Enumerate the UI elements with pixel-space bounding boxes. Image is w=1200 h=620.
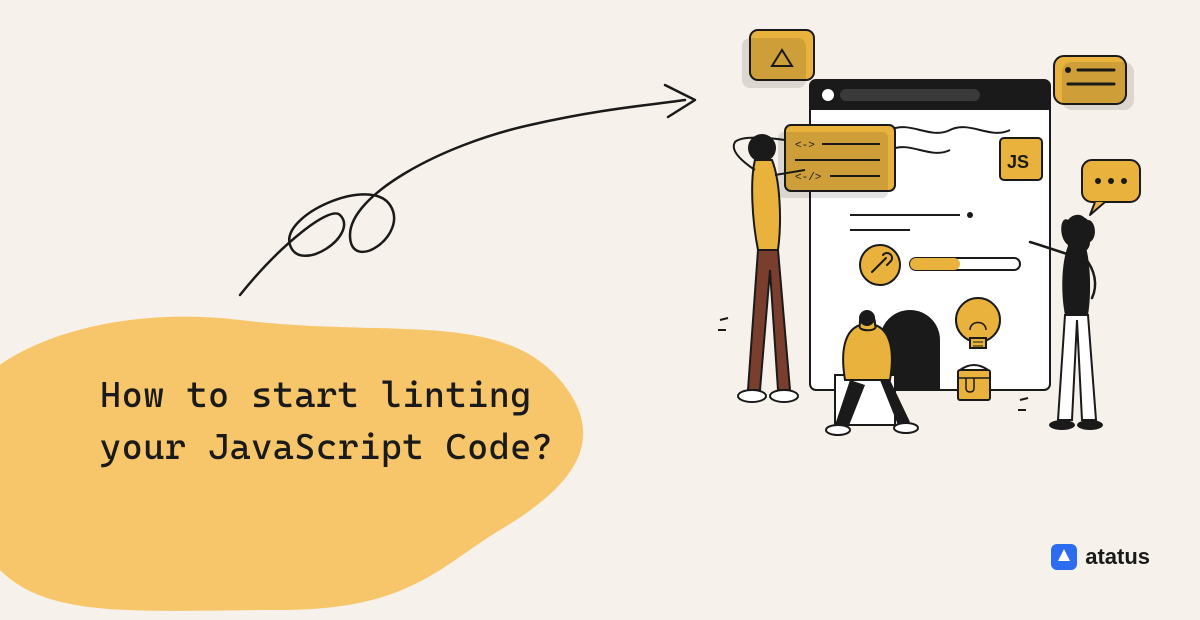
brand-logo-text: atatus [1085, 544, 1150, 570]
svg-text:JS: JS [1007, 152, 1029, 172]
title-line-2: your JavaScript Code? [100, 427, 553, 468]
arrow-decoration [200, 45, 720, 315]
svg-text:<->: <-> [795, 140, 815, 152]
brand-logo-icon [1051, 544, 1077, 570]
hero-illustration: JS <-> <-/> [680, 20, 1160, 460]
article-title: How to start linting your JavaScript Cod… [100, 370, 553, 474]
svg-text:<-/>: <-/> [795, 172, 821, 184]
brand-logo: atatus [1051, 544, 1150, 570]
title-line-1: How to start linting [100, 375, 532, 416]
